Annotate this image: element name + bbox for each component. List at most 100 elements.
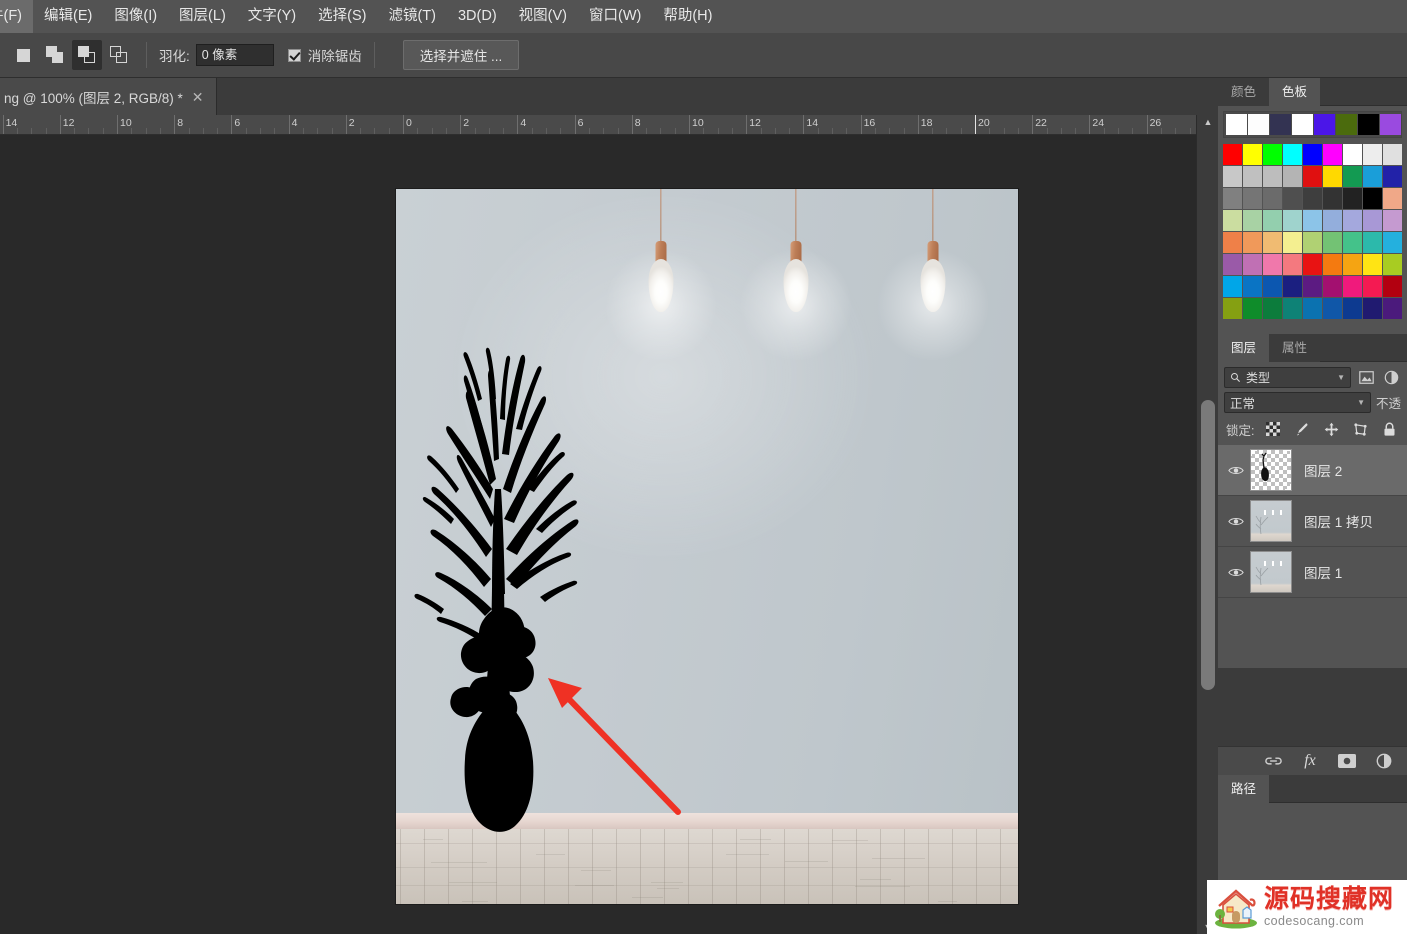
lock-all-icon[interactable] — [1379, 419, 1399, 439]
recent-swatch[interactable] — [1336, 114, 1357, 135]
color-swatch[interactable] — [1323, 188, 1342, 209]
antialias-row[interactable]: 消除锯齿 — [288, 45, 362, 65]
layer-row[interactable]: 图层 2 — [1218, 445, 1407, 496]
color-swatch[interactable] — [1283, 144, 1302, 165]
filter-pixel-layers-icon[interactable] — [1356, 368, 1376, 388]
canvas-area[interactable] — [0, 135, 1196, 934]
color-swatch[interactable] — [1363, 166, 1382, 187]
color-swatch[interactable] — [1223, 298, 1242, 319]
layer-visibility-toggle[interactable] — [1222, 516, 1250, 527]
color-swatch[interactable] — [1363, 276, 1382, 297]
layer-style-fx-icon[interactable]: fx — [1300, 751, 1320, 771]
color-swatch[interactable] — [1283, 166, 1302, 187]
color-swatch[interactable] — [1263, 188, 1282, 209]
color-swatch[interactable] — [1243, 210, 1262, 231]
tab-swatches[interactable]: 色板 — [1269, 78, 1320, 106]
color-swatch[interactable] — [1263, 144, 1282, 165]
color-swatch[interactable] — [1323, 276, 1342, 297]
color-swatch[interactable] — [1383, 232, 1402, 253]
tab-paths[interactable]: 路径 — [1218, 775, 1269, 803]
lock-position-icon[interactable] — [1321, 419, 1341, 439]
select-and-mask-button[interactable]: 选择并遮住 ... — [403, 40, 520, 70]
color-swatch[interactable] — [1223, 254, 1242, 275]
recent-swatch[interactable] — [1248, 114, 1269, 135]
color-swatch[interactable] — [1363, 254, 1382, 275]
scroll-up-icon[interactable]: ▲ — [1197, 115, 1219, 129]
color-swatch[interactable] — [1343, 254, 1362, 275]
color-swatch[interactable] — [1223, 144, 1242, 165]
lock-transparent-pixels-icon[interactable] — [1263, 419, 1283, 439]
menu-item-image[interactable]: 图像(I) — [103, 0, 168, 33]
color-swatch[interactable] — [1343, 276, 1362, 297]
tab-color[interactable]: 颜色 — [1218, 78, 1269, 106]
color-swatch[interactable] — [1223, 276, 1242, 297]
color-swatch[interactable] — [1323, 254, 1342, 275]
color-swatch[interactable] — [1263, 166, 1282, 187]
add-to-selection-button[interactable] — [40, 40, 70, 70]
color-swatch[interactable] — [1363, 210, 1382, 231]
color-swatch[interactable] — [1363, 232, 1382, 253]
close-icon[interactable]: ✕ — [192, 90, 204, 104]
tab-properties[interactable]: 属性 — [1269, 334, 1320, 362]
color-swatch[interactable] — [1383, 276, 1402, 297]
lock-artboard-nesting-icon[interactable] — [1350, 419, 1370, 439]
color-swatch[interactable] — [1383, 298, 1402, 319]
color-swatch[interactable] — [1383, 144, 1402, 165]
intersect-selection-button[interactable] — [104, 40, 134, 70]
layer-thumbnail[interactable] — [1250, 500, 1292, 542]
color-swatch[interactable] — [1343, 144, 1362, 165]
color-swatch[interactable] — [1243, 188, 1262, 209]
color-swatch[interactable] — [1383, 188, 1402, 209]
layer-list[interactable]: 图层 2图层 1 拷贝图层 1 — [1218, 445, 1407, 668]
antialias-checkbox[interactable] — [288, 49, 301, 62]
eye-icon[interactable] — [1228, 516, 1244, 527]
canvas-vertical-scrollbar[interactable]: ▲ ▼ — [1196, 115, 1218, 934]
color-swatch[interactable] — [1283, 254, 1302, 275]
color-swatch[interactable] — [1363, 188, 1382, 209]
recent-swatch[interactable] — [1380, 114, 1401, 135]
color-swatch[interactable] — [1243, 166, 1262, 187]
color-swatch[interactable] — [1283, 276, 1302, 297]
recent-swatch[interactable] — [1314, 114, 1335, 135]
recent-swatches-strip[interactable] — [1223, 111, 1402, 138]
color-swatch[interactable] — [1323, 210, 1342, 231]
blend-mode-select[interactable]: 正常 ▼ — [1224, 392, 1371, 413]
color-swatch[interactable] — [1363, 298, 1382, 319]
color-swatch[interactable] — [1343, 210, 1362, 231]
color-swatch[interactable] — [1243, 254, 1262, 275]
color-swatch[interactable] — [1323, 166, 1342, 187]
horizontal-ruler[interactable]: 141210864202468101214161820222426 — [0, 115, 1196, 135]
color-swatch[interactable] — [1283, 210, 1302, 231]
menu-item-window[interactable]: 窗口(W) — [578, 0, 652, 33]
color-swatch[interactable] — [1303, 144, 1322, 165]
menu-item-type[interactable]: 文字(Y) — [237, 0, 307, 33]
color-swatch[interactable] — [1363, 144, 1382, 165]
color-swatch[interactable] — [1323, 298, 1342, 319]
color-swatch[interactable] — [1383, 210, 1402, 231]
swatch-grid[interactable] — [1223, 144, 1402, 319]
artboard[interactable] — [396, 189, 1018, 904]
eye-icon[interactable] — [1228, 567, 1244, 578]
color-swatch[interactable] — [1343, 166, 1362, 187]
color-swatch[interactable] — [1243, 144, 1262, 165]
color-swatch[interactable] — [1263, 232, 1282, 253]
new-selection-button[interactable] — [8, 40, 38, 70]
color-swatch[interactable] — [1223, 232, 1242, 253]
subtract-from-selection-button[interactable] — [72, 40, 102, 70]
color-swatch[interactable] — [1263, 276, 1282, 297]
color-swatch[interactable] — [1343, 232, 1362, 253]
link-layers-icon[interactable] — [1263, 751, 1283, 771]
scrollbar-thumb[interactable] — [1201, 400, 1215, 690]
color-swatch[interactable] — [1263, 210, 1282, 231]
adjustment-layer-icon[interactable] — [1374, 751, 1394, 771]
color-swatch[interactable] — [1223, 166, 1242, 187]
document-tab[interactable]: ng @ 100% (图层 2, RGB/8) * ✕ — [0, 78, 217, 115]
menu-item-3d[interactable]: 3D(D) — [447, 0, 508, 33]
menu-item-select[interactable]: 选择(S) — [307, 0, 377, 33]
color-swatch[interactable] — [1343, 298, 1362, 319]
color-swatch[interactable] — [1303, 210, 1322, 231]
color-swatch[interactable] — [1243, 276, 1262, 297]
color-swatch[interactable] — [1263, 254, 1282, 275]
color-swatch[interactable] — [1283, 188, 1302, 209]
color-swatch[interactable] — [1283, 298, 1302, 319]
